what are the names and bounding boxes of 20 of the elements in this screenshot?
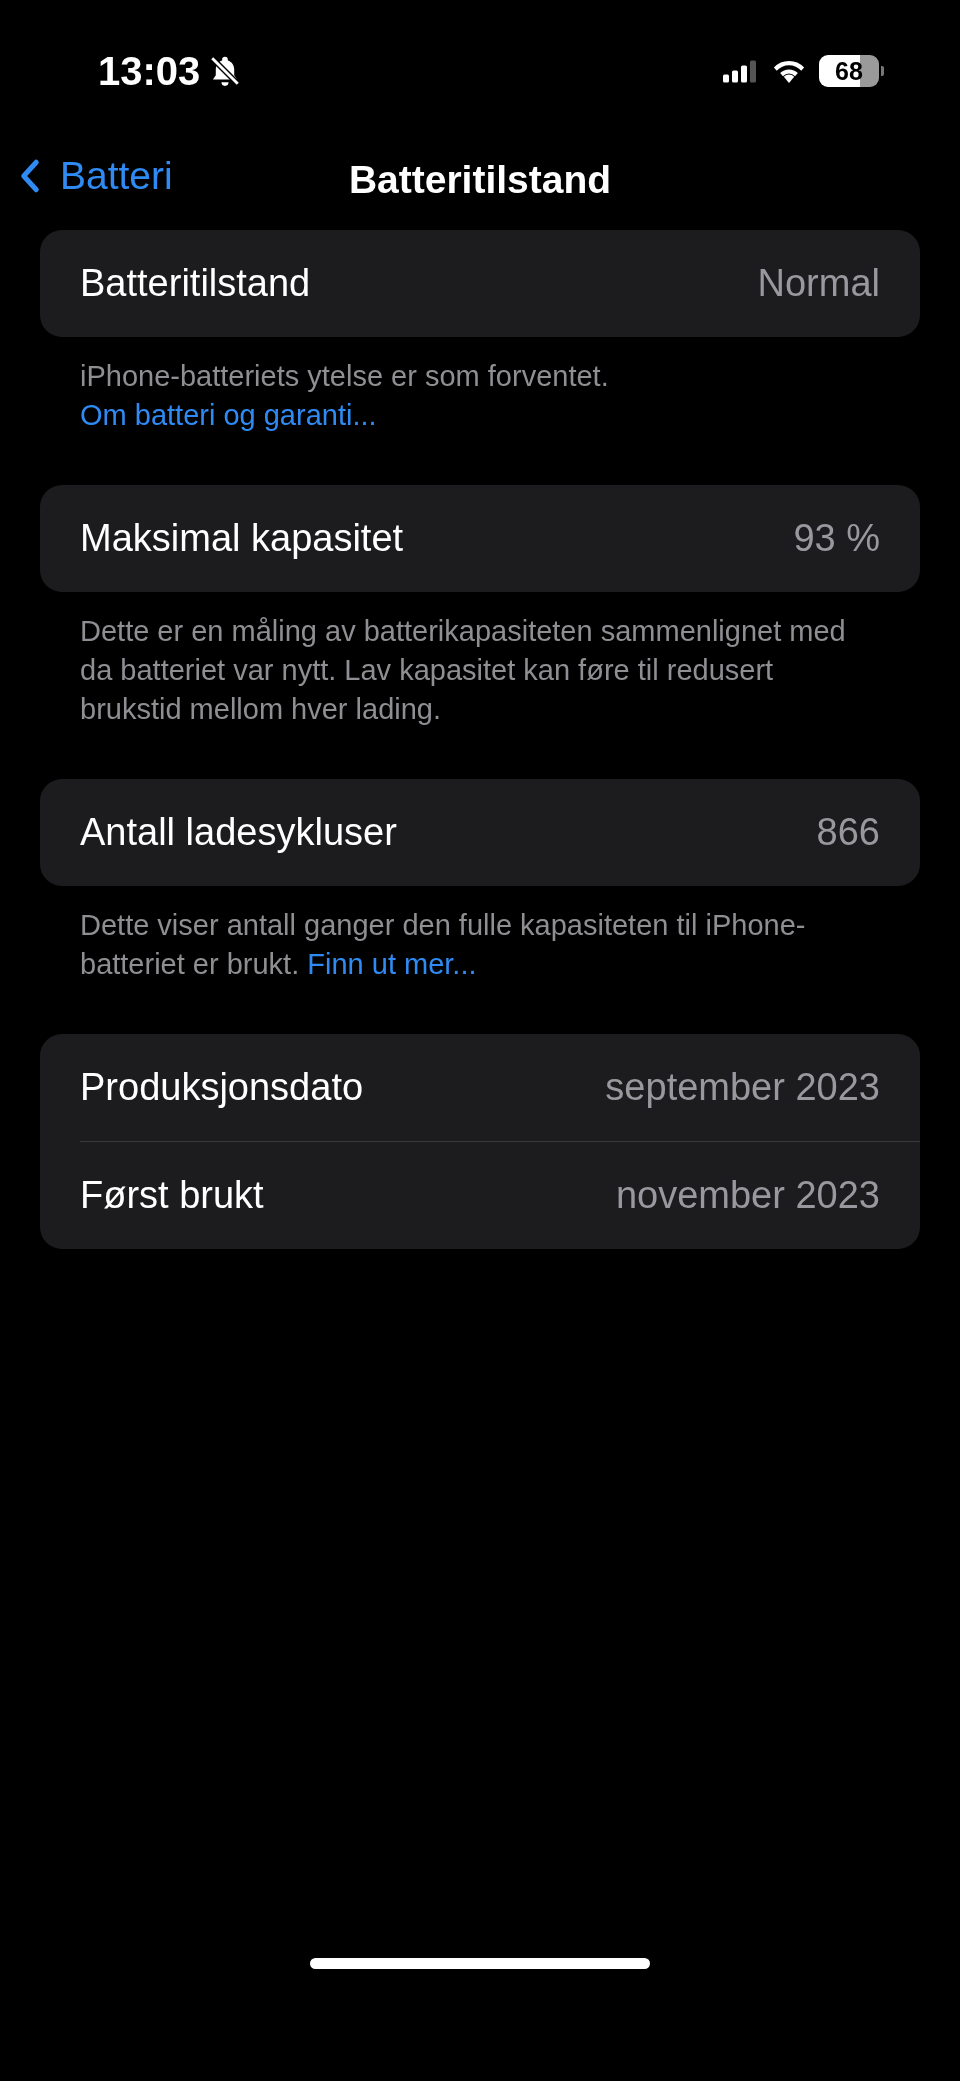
row-label: Maksimal kapasitet [80,517,404,560]
back-button[interactable]: Batteri [20,154,173,198]
wifi-icon [771,58,807,84]
footer-text: Dette viser antall ganger den fulle kapasiteten til iPhone-batteriet er brukt. Finn ut mer... [80,908,807,982]
page-title: Batteritilstand [348,158,612,202]
row-label: Først brukt [80,1174,264,1217]
footer-text: Dette er en måling av batterikapasiteten sammenlignet med da batteriet var nytt. Lav kapasitet kan føre til redusert brukstid mellom hver lading. [80,614,847,727]
row-label: Produksjonsdato [80,1066,364,1109]
row-label: Antall ladesykluser [80,811,397,854]
row-value: 866 [816,811,880,854]
row-value: september 2023 [605,1066,880,1109]
status-time: 13:03 [98,48,201,94]
footer-text: iPhone-batteriets ytelse er som forventet. Om batteri og garanti... [80,359,610,433]
row-value: 93 % [793,517,880,560]
row-value: Normal [757,262,880,305]
info-link[interactable]: Finn ut mer... [307,948,477,980]
signal-icon [723,58,759,84]
row-label: Batteritilstand [80,262,311,305]
info-link[interactable]: Om batteri og garanti... [80,399,377,431]
row-value: november 2023 [615,1174,880,1217]
